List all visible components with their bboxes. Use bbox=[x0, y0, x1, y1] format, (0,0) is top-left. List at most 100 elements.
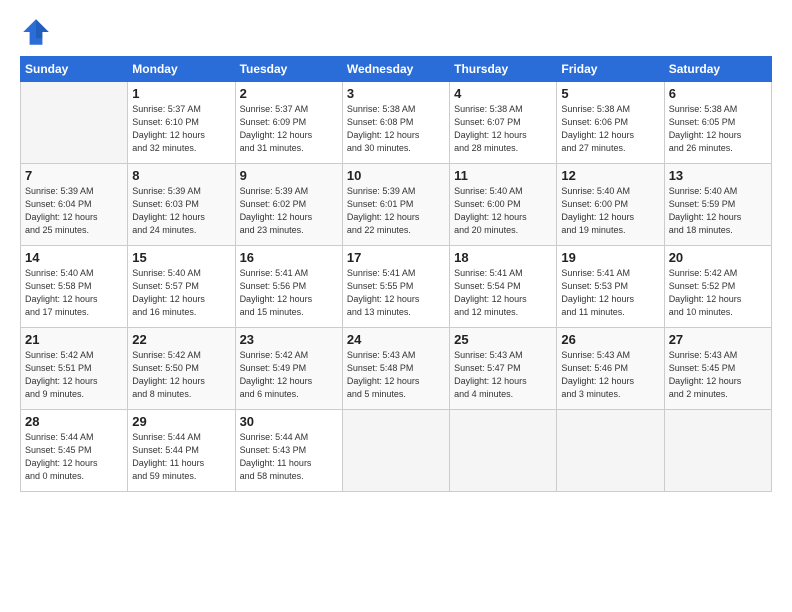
day-number: 11 bbox=[454, 168, 552, 183]
day-number: 22 bbox=[132, 332, 230, 347]
cell-daylight-info: Sunrise: 5:40 AM Sunset: 5:57 PM Dayligh… bbox=[132, 267, 230, 319]
calendar-cell: 2 Sunrise: 5:37 AM Sunset: 6:09 PM Daylig… bbox=[235, 82, 342, 164]
day-number: 9 bbox=[240, 168, 338, 183]
cell-daylight-info: Sunrise: 5:41 AM Sunset: 5:55 PM Dayligh… bbox=[347, 267, 445, 319]
day-number: 2 bbox=[240, 86, 338, 101]
calendar-cell bbox=[342, 410, 449, 492]
calendar-cell bbox=[450, 410, 557, 492]
cell-daylight-info: Sunrise: 5:40 AM Sunset: 6:00 PM Dayligh… bbox=[561, 185, 659, 237]
day-number: 6 bbox=[669, 86, 767, 101]
cell-daylight-info: Sunrise: 5:43 AM Sunset: 5:48 PM Dayligh… bbox=[347, 349, 445, 401]
cell-daylight-info: Sunrise: 5:38 AM Sunset: 6:08 PM Dayligh… bbox=[347, 103, 445, 155]
day-number: 10 bbox=[347, 168, 445, 183]
calendar-cell: 10 Sunrise: 5:39 AM Sunset: 6:01 PM Dayli… bbox=[342, 164, 449, 246]
calendar-cell: 3 Sunrise: 5:38 AM Sunset: 6:08 PM Daylig… bbox=[342, 82, 449, 164]
calendar-cell: 15 Sunrise: 5:40 AM Sunset: 5:57 PM Dayli… bbox=[128, 246, 235, 328]
cell-daylight-info: Sunrise: 5:43 AM Sunset: 5:45 PM Dayligh… bbox=[669, 349, 767, 401]
cell-daylight-info: Sunrise: 5:39 AM Sunset: 6:01 PM Dayligh… bbox=[347, 185, 445, 237]
calendar-cell: 5 Sunrise: 5:38 AM Sunset: 6:06 PM Daylig… bbox=[557, 82, 664, 164]
cell-daylight-info: Sunrise: 5:44 AM Sunset: 5:44 PM Dayligh… bbox=[132, 431, 230, 483]
day-number: 13 bbox=[669, 168, 767, 183]
day-number: 26 bbox=[561, 332, 659, 347]
day-number: 20 bbox=[669, 250, 767, 265]
calendar-cell: 9Sunrise: 5:39 AM Sunset: 6:02 PM Daylig… bbox=[235, 164, 342, 246]
day-number: 4 bbox=[454, 86, 552, 101]
calendar-week-row: 7 Sunrise: 5:39 AM Sunset: 6:04 PM Daylig… bbox=[21, 164, 772, 246]
cell-daylight-info: Sunrise: 5:44 AM Sunset: 5:43 PM Dayligh… bbox=[240, 431, 338, 483]
day-number: 14 bbox=[25, 250, 123, 265]
cell-daylight-info: Sunrise: 5:40 AM Sunset: 6:00 PM Dayligh… bbox=[454, 185, 552, 237]
calendar-cell bbox=[664, 410, 771, 492]
day-header-tuesday: Tuesday bbox=[235, 57, 342, 82]
calendar-week-row: 14 Sunrise: 5:40 AM Sunset: 5:58 PM Dayli… bbox=[21, 246, 772, 328]
cell-daylight-info: Sunrise: 5:38 AM Sunset: 6:05 PM Dayligh… bbox=[669, 103, 767, 155]
calendar-week-row: 21 Sunrise: 5:42 AM Sunset: 5:51 PM Dayli… bbox=[21, 328, 772, 410]
calendar-cell: 27 Sunrise: 5:43 AM Sunset: 5:45 PM Dayli… bbox=[664, 328, 771, 410]
cell-daylight-info: Sunrise: 5:41 AM Sunset: 5:54 PM Dayligh… bbox=[454, 267, 552, 319]
calendar-cell: 11 Sunrise: 5:40 AM Sunset: 6:00 PM Dayli… bbox=[450, 164, 557, 246]
cell-daylight-info: Sunrise: 5:44 AM Sunset: 5:45 PM Dayligh… bbox=[25, 431, 123, 483]
calendar-header-row: SundayMondayTuesdayWednesdayThursdayFrid… bbox=[21, 57, 772, 82]
cell-daylight-info: Sunrise: 5:43 AM Sunset: 5:46 PM Dayligh… bbox=[561, 349, 659, 401]
day-number: 28 bbox=[25, 414, 123, 429]
cell-daylight-info: Sunrise: 5:38 AM Sunset: 6:07 PM Dayligh… bbox=[454, 103, 552, 155]
cell-daylight-info: Sunrise: 5:42 AM Sunset: 5:51 PM Dayligh… bbox=[25, 349, 123, 401]
cell-daylight-info: Sunrise: 5:42 AM Sunset: 5:49 PM Dayligh… bbox=[240, 349, 338, 401]
day-header-wednesday: Wednesday bbox=[342, 57, 449, 82]
cell-daylight-info: Sunrise: 5:42 AM Sunset: 5:52 PM Dayligh… bbox=[669, 267, 767, 319]
day-number: 30 bbox=[240, 414, 338, 429]
calendar-week-row: 1Sunrise: 5:37 AM Sunset: 6:10 PM Daylig… bbox=[21, 82, 772, 164]
calendar-cell: 25Sunrise: 5:43 AM Sunset: 5:47 PM Dayli… bbox=[450, 328, 557, 410]
day-number: 29 bbox=[132, 414, 230, 429]
cell-daylight-info: Sunrise: 5:37 AM Sunset: 6:09 PM Dayligh… bbox=[240, 103, 338, 155]
cell-daylight-info: Sunrise: 5:41 AM Sunset: 5:53 PM Dayligh… bbox=[561, 267, 659, 319]
cell-daylight-info: Sunrise: 5:40 AM Sunset: 5:59 PM Dayligh… bbox=[669, 185, 767, 237]
cell-daylight-info: Sunrise: 5:39 AM Sunset: 6:04 PM Dayligh… bbox=[25, 185, 123, 237]
day-number: 21 bbox=[25, 332, 123, 347]
cell-daylight-info: Sunrise: 5:40 AM Sunset: 5:58 PM Dayligh… bbox=[25, 267, 123, 319]
day-number: 7 bbox=[25, 168, 123, 183]
calendar-cell: 23 Sunrise: 5:42 AM Sunset: 5:49 PM Dayli… bbox=[235, 328, 342, 410]
day-number: 16 bbox=[240, 250, 338, 265]
calendar-cell: 6 Sunrise: 5:38 AM Sunset: 6:05 PM Daylig… bbox=[664, 82, 771, 164]
calendar-cell: 24 Sunrise: 5:43 AM Sunset: 5:48 PM Dayli… bbox=[342, 328, 449, 410]
cell-daylight-info: Sunrise: 5:38 AM Sunset: 6:06 PM Dayligh… bbox=[561, 103, 659, 155]
day-number: 5 bbox=[561, 86, 659, 101]
logo bbox=[20, 16, 56, 48]
calendar-cell bbox=[557, 410, 664, 492]
day-number: 8 bbox=[132, 168, 230, 183]
calendar-cell: 22 Sunrise: 5:42 AM Sunset: 5:50 PM Dayli… bbox=[128, 328, 235, 410]
day-number: 15 bbox=[132, 250, 230, 265]
calendar-cell: 8Sunrise: 5:39 AM Sunset: 6:03 PM Daylig… bbox=[128, 164, 235, 246]
day-number: 27 bbox=[669, 332, 767, 347]
calendar-cell: 13 Sunrise: 5:40 AM Sunset: 5:59 PM Dayli… bbox=[664, 164, 771, 246]
calendar-table: SundayMondayTuesdayWednesdayThursdayFrid… bbox=[20, 56, 772, 492]
day-number: 17 bbox=[347, 250, 445, 265]
day-number: 25 bbox=[454, 332, 552, 347]
cell-daylight-info: Sunrise: 5:41 AM Sunset: 5:56 PM Dayligh… bbox=[240, 267, 338, 319]
logo-icon bbox=[20, 16, 52, 48]
day-number: 24 bbox=[347, 332, 445, 347]
header bbox=[20, 16, 772, 48]
cell-daylight-info: Sunrise: 5:42 AM Sunset: 5:50 PM Dayligh… bbox=[132, 349, 230, 401]
calendar-cell: 1Sunrise: 5:37 AM Sunset: 6:10 PM Daylig… bbox=[128, 82, 235, 164]
calendar-cell: 12 Sunrise: 5:40 AM Sunset: 6:00 PM Dayli… bbox=[557, 164, 664, 246]
calendar-cell: 19 Sunrise: 5:41 AM Sunset: 5:53 PM Dayli… bbox=[557, 246, 664, 328]
day-number: 18 bbox=[454, 250, 552, 265]
calendar-cell: 4 Sunrise: 5:38 AM Sunset: 6:07 PM Daylig… bbox=[450, 82, 557, 164]
calendar-cell: 29 Sunrise: 5:44 AM Sunset: 5:44 PM Dayli… bbox=[128, 410, 235, 492]
day-number: 3 bbox=[347, 86, 445, 101]
day-number: 23 bbox=[240, 332, 338, 347]
day-header-thursday: Thursday bbox=[450, 57, 557, 82]
calendar-cell: 28 Sunrise: 5:44 AM Sunset: 5:45 PM Dayli… bbox=[21, 410, 128, 492]
calendar-cell: 20 Sunrise: 5:42 AM Sunset: 5:52 PM Dayli… bbox=[664, 246, 771, 328]
day-header-saturday: Saturday bbox=[664, 57, 771, 82]
calendar-cell: 14 Sunrise: 5:40 AM Sunset: 5:58 PM Dayli… bbox=[21, 246, 128, 328]
calendar-cell: 7 Sunrise: 5:39 AM Sunset: 6:04 PM Daylig… bbox=[21, 164, 128, 246]
day-number: 1 bbox=[132, 86, 230, 101]
day-header-sunday: Sunday bbox=[21, 57, 128, 82]
calendar-cell: 30 Sunrise: 5:44 AM Sunset: 5:43 PM Dayli… bbox=[235, 410, 342, 492]
calendar-cell: 16 Sunrise: 5:41 AM Sunset: 5:56 PM Dayli… bbox=[235, 246, 342, 328]
day-number: 19 bbox=[561, 250, 659, 265]
day-number: 12 bbox=[561, 168, 659, 183]
